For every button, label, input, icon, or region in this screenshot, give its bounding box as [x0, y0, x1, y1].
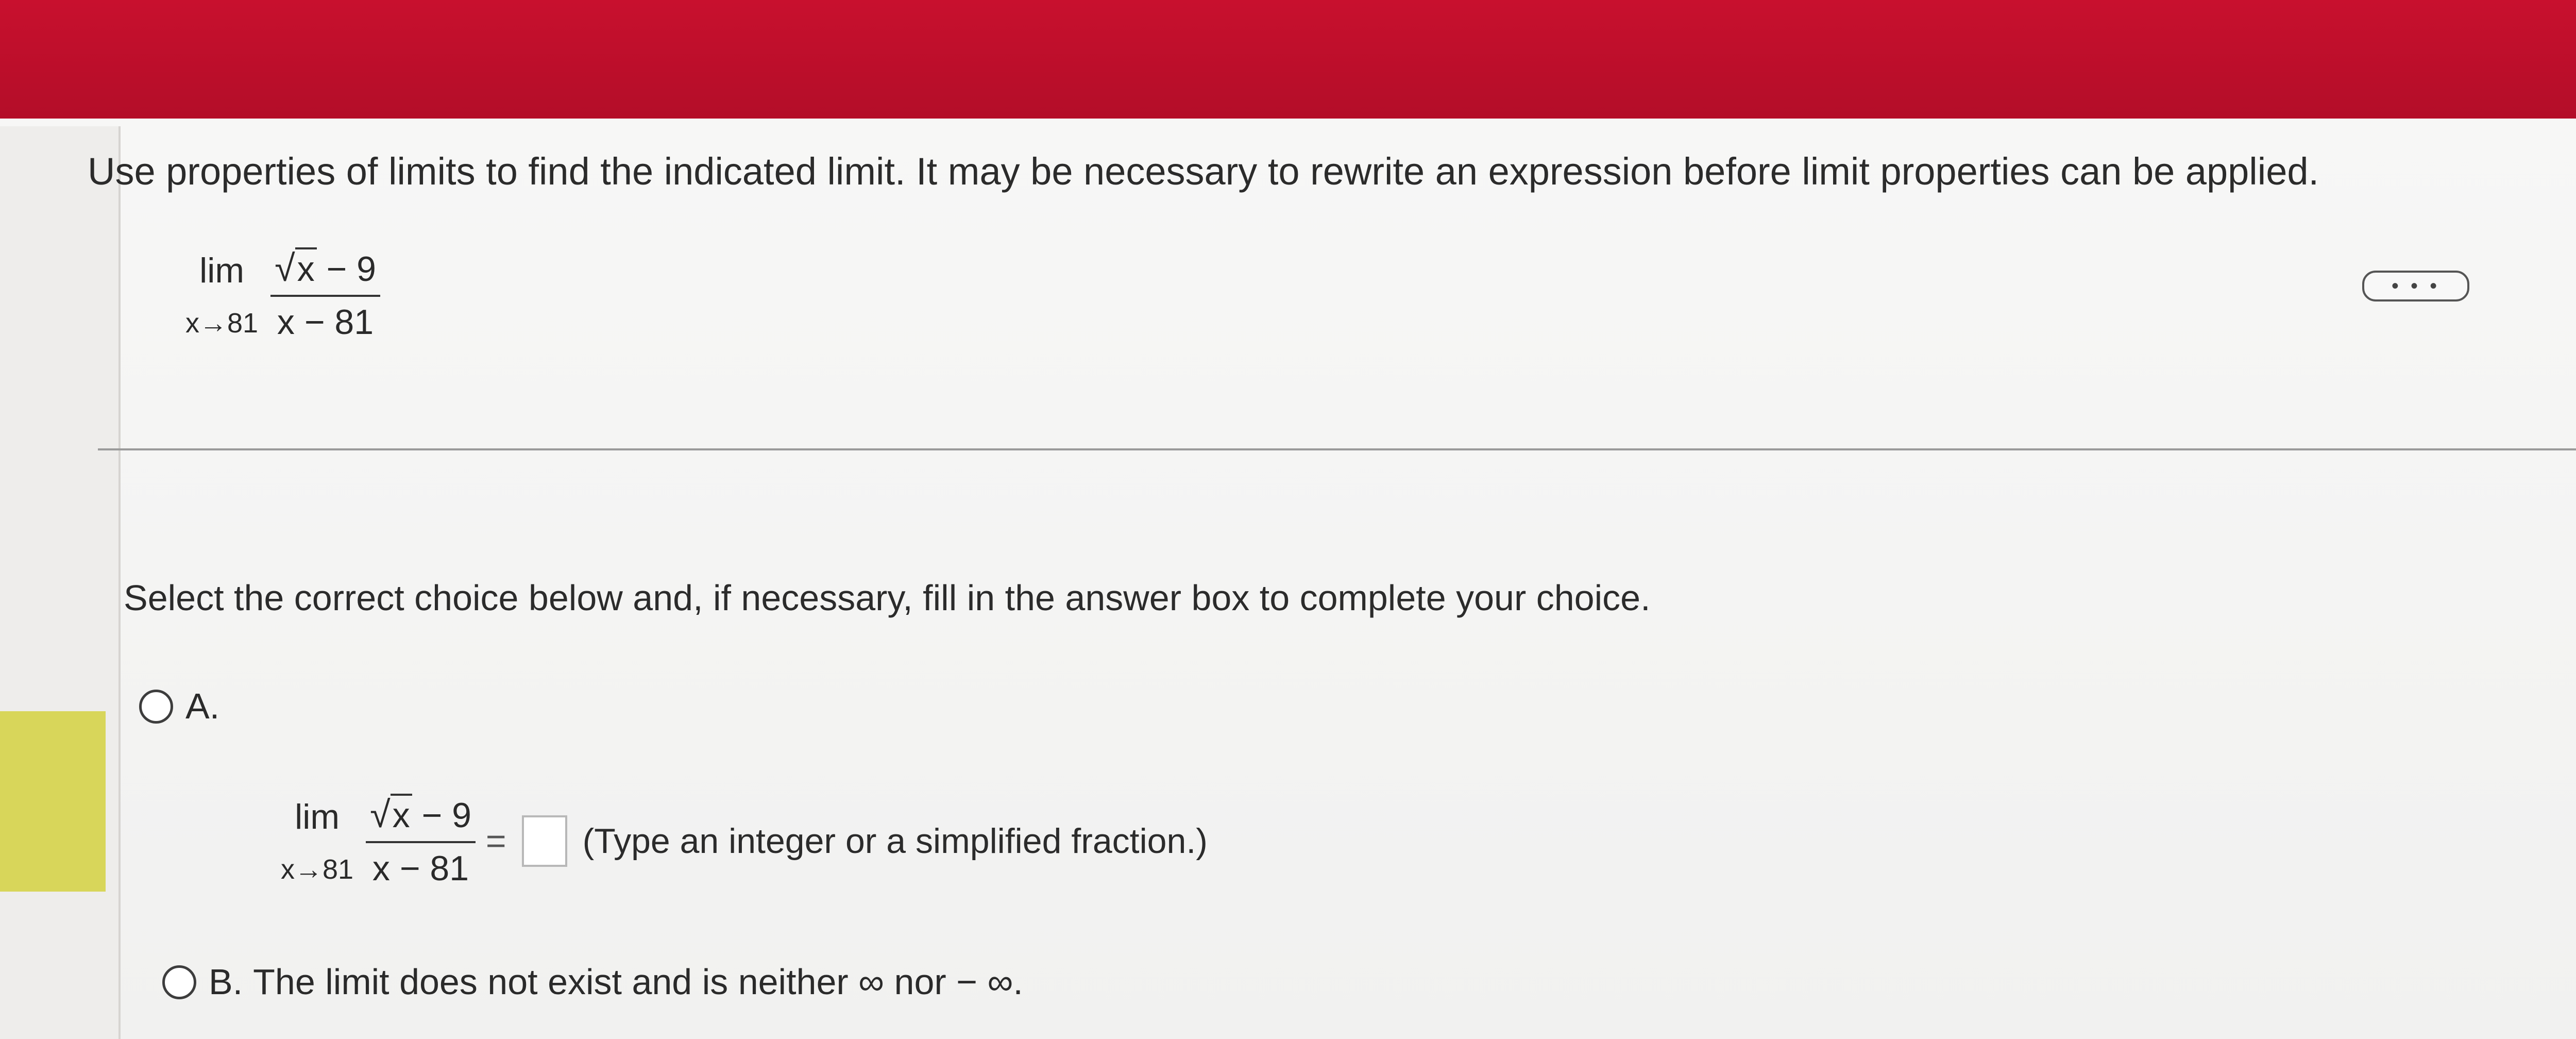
- choice-a-denominator: x − 81: [372, 849, 469, 888]
- choice-a-limit-approach: x→81: [281, 854, 354, 885]
- choice-a-sqrt-symbol: √: [370, 794, 391, 835]
- choice-b-radio[interactable]: [162, 965, 196, 999]
- choice-b[interactable]: B. The limit does not exist and is neith…: [162, 961, 1023, 1002]
- choice-a-radicand: x: [390, 794, 412, 835]
- more-options-button[interactable]: • • •: [2362, 271, 2469, 301]
- choice-a-letter: A.: [185, 686, 220, 726]
- lim-label: lim: [199, 251, 244, 290]
- limit-approach: x→81: [185, 308, 259, 339]
- choice-a-hint: (Type an integer or a simplified fractio…: [582, 822, 1208, 861]
- choice-a-numerator-rest: − 9: [412, 796, 471, 835]
- radicand: x: [295, 247, 317, 289]
- choice-a-limit-expression: lim x→81 √x − 9 x − 81 = (Type an intege…: [281, 794, 1208, 889]
- instruction-text: Use properties of limits to find the ind…: [88, 150, 2319, 193]
- question-content: Use properties of limits to find the ind…: [88, 119, 2576, 1039]
- choice-prompt: Select the correct choice below and, if …: [124, 578, 1651, 618]
- choice-a-radio[interactable]: [139, 690, 173, 724]
- choice-a-fraction-bar: [366, 841, 476, 843]
- section-divider: [98, 448, 2576, 450]
- header-bar: [0, 0, 2576, 126]
- choice-b-text: The limit does not exist and is neither …: [253, 962, 1023, 1002]
- question-limit-expression: lim x→81 √x − 9 x − 81: [185, 247, 380, 342]
- choice-a[interactable]: A.: [139, 685, 219, 727]
- choice-a-lim-label: lim: [295, 797, 340, 836]
- left-gutter: [0, 126, 121, 1039]
- limit-fraction: √x − 9 x − 81: [270, 247, 380, 342]
- limit-operator: lim x→81: [185, 250, 258, 339]
- choice-a-numerator: √x − 9: [366, 794, 476, 836]
- sqrt-symbol: √: [275, 248, 295, 289]
- choice-a-fraction: √x − 9 x − 81: [366, 794, 476, 889]
- fraction-denominator: x − 81: [277, 303, 374, 342]
- fraction-numerator: √x − 9: [270, 247, 380, 290]
- choice-b-letter: B.: [209, 962, 243, 1002]
- fraction-bar: [270, 295, 380, 297]
- numerator-rest: − 9: [316, 249, 376, 289]
- choice-a-limit-operator: lim x→81: [281, 797, 353, 885]
- highlight-tab: [0, 711, 106, 892]
- answer-input-box[interactable]: [521, 815, 567, 867]
- choice-a-equals: =: [485, 822, 506, 861]
